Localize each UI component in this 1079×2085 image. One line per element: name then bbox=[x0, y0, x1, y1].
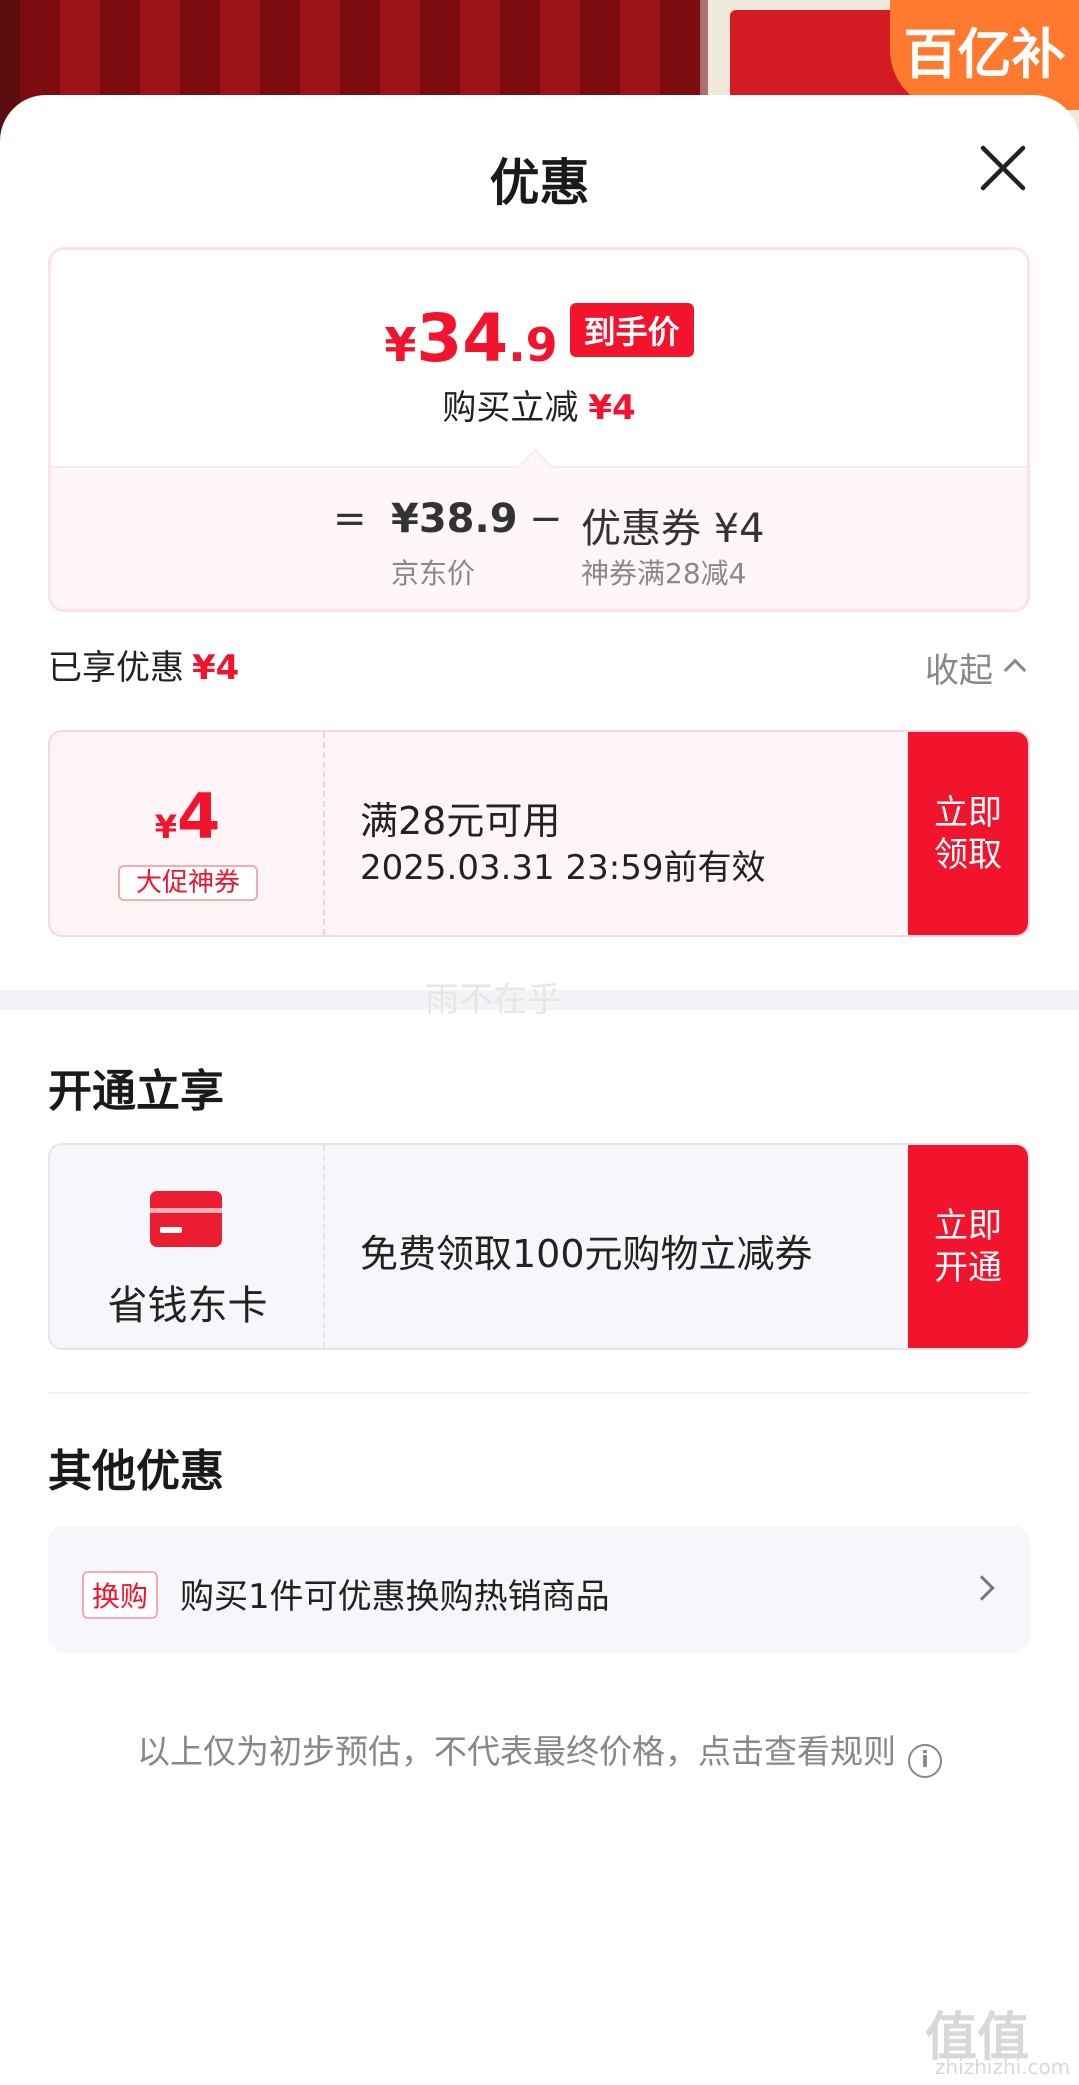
exchange-offer-row[interactable]: 换购 购买1件可优惠换购热销商品 bbox=[48, 1525, 1030, 1653]
activate-line2: 开通 bbox=[934, 1247, 1002, 1288]
enjoyed-amount: ¥4 bbox=[192, 648, 240, 688]
chevron-up-icon bbox=[1003, 658, 1027, 682]
membership-description: 免费领取100元购物立减券 bbox=[360, 1232, 813, 1276]
activate-line1: 立即 bbox=[934, 1205, 1002, 1246]
equals-sign: = bbox=[333, 496, 367, 542]
jd-price-label: 京东价 bbox=[391, 557, 476, 590]
final-price: ¥34.9 到手价 bbox=[51, 300, 1027, 377]
close-icon[interactable] bbox=[975, 140, 1031, 196]
minus-sign: − bbox=[529, 496, 563, 542]
coupon-deduction: 优惠券 ¥4 bbox=[581, 506, 765, 552]
coupon-amount: ¥4 bbox=[50, 780, 325, 853]
final-price-badge: 到手价 bbox=[569, 303, 694, 357]
price-currency: ¥ bbox=[384, 318, 417, 372]
exchange-offer-text: 购买1件可优惠换购热销商品 bbox=[180, 1577, 610, 1617]
instant-discount-amount: ¥4 bbox=[588, 388, 636, 428]
divider bbox=[48, 1392, 1030, 1394]
claim-line1: 立即 bbox=[934, 792, 1002, 833]
collapse-button[interactable]: 收起 bbox=[925, 643, 1027, 692]
sheet-title: 优惠 bbox=[489, 154, 590, 212]
brand-url: zhizhizhi.com bbox=[935, 2055, 1071, 2079]
exchange-tag: 换购 bbox=[82, 1571, 159, 1619]
claim-line2: 领取 bbox=[934, 834, 1002, 875]
enjoyed-discount: 已享优惠 ¥4 bbox=[48, 640, 239, 689]
price-breakdown: = ¥38.9 京东价 − 优惠券 ¥4 神券满28减4 bbox=[51, 466, 1027, 609]
membership-section-title: 开通立享 bbox=[48, 1066, 224, 1117]
info-icon: i bbox=[908, 1744, 942, 1778]
coupon-value: 4 bbox=[177, 780, 221, 853]
price-summary-card: ¥34.9 到手价 购买立减 ¥4 = ¥38.9 京东价 − 优惠券 ¥4 神券满… bbox=[48, 247, 1030, 612]
coupon-value-area: ¥4 大促神券 bbox=[50, 732, 325, 935]
collapse-label: 收起 bbox=[925, 651, 993, 691]
instant-discount-label: 购买立减 bbox=[442, 388, 579, 428]
activate-membership-button[interactable]: 立即 开通 bbox=[908, 1145, 1028, 1348]
coupon-card: ¥4 大促神券 满28元可用 2025.03.31 23:59前有效 立即 领取 bbox=[48, 730, 1030, 937]
coupon-deduction-desc: 神券满28减4 bbox=[581, 557, 747, 590]
footnote-text: 以上仅为初步预估，不代表最终价格，点击查看规则 bbox=[137, 1732, 896, 1771]
other-section-title: 其他优惠 bbox=[48, 1446, 224, 1497]
chevron-right-icon bbox=[969, 1575, 995, 1601]
subsidy-badge: 百亿补贴 bbox=[890, 0, 1079, 196]
coupon-condition: 满28元可用 bbox=[360, 799, 561, 843]
card-icon bbox=[150, 1191, 222, 1247]
estimate-footnote[interactable]: 以上仅为初步预估，不代表最终价格，点击查看规则 i bbox=[0, 1725, 1079, 1778]
claim-coupon-button[interactable]: 立即 领取 bbox=[908, 732, 1028, 935]
watermark-text: 雨不在乎 bbox=[425, 980, 561, 1020]
enjoyed-label: 已享优惠 bbox=[48, 648, 184, 688]
membership-card-name: 省钱东卡 bbox=[107, 1283, 268, 1329]
coupon-currency: ¥ bbox=[154, 808, 178, 846]
price-decimal: .9 bbox=[508, 318, 558, 372]
price-integer: 34 bbox=[416, 300, 509, 377]
discount-sheet: 优惠 ¥34.9 到手价 购买立减 ¥4 = ¥38.9 京东价 − 优惠券 ¥4 … bbox=[0, 95, 1079, 2085]
coupon-type-badge: 大促神券 bbox=[118, 865, 258, 901]
jd-price: ¥38.9 bbox=[391, 496, 518, 542]
membership-card: 省钱东卡 免费领取100元购物立减券 立即 开通 bbox=[48, 1143, 1030, 1350]
membership-card-info: 省钱东卡 bbox=[50, 1145, 325, 1348]
final-price-area: ¥34.9 到手价 购买立减 ¥4 bbox=[51, 250, 1027, 466]
instant-discount-line: 购买立减 ¥4 bbox=[51, 380, 1027, 429]
coupon-expiry: 2025.03.31 23:59前有效 bbox=[360, 848, 766, 888]
